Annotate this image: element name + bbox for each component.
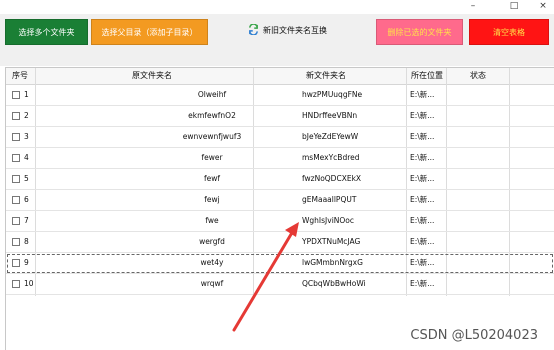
annotation-arrow-icon [232,222,299,332]
watermark: CSDN @L50204023 [410,328,538,343]
